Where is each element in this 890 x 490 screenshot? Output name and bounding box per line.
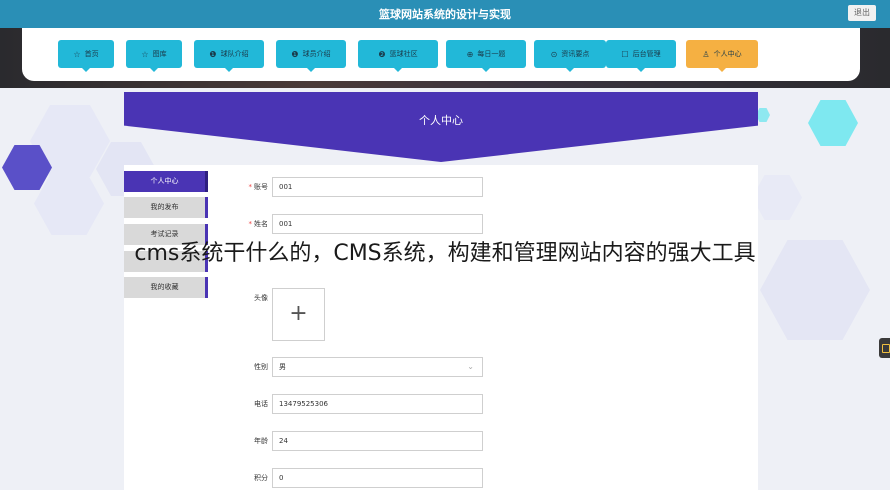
sidebar-item-my-posts[interactable]: 我的发布 (124, 197, 208, 218)
gender-label: 性别 (254, 363, 268, 371)
gender-select[interactable]: 男 ⌄ (272, 357, 483, 377)
info-icon: ❶ (291, 49, 299, 59)
main-nav: ☆ 首页 ☆ 图库 ❶ 球队介绍 ❶ 球员介绍 ❷ 篮球社区 ⊕ 每日一题 ⊙ … (22, 28, 860, 81)
name-field[interactable]: 001 (272, 214, 483, 234)
account-field[interactable]: 001 (272, 177, 483, 197)
avatar-upload-button[interactable]: + (272, 288, 325, 341)
page-title: 个人中心 (419, 114, 463, 127)
news-icon: ⊙ (550, 49, 558, 59)
sidebar-item-exam-records[interactable]: 考试记录 (124, 224, 208, 245)
nav-item-teams[interactable]: ❶ 球队介绍 (194, 40, 264, 72)
gender-value: 男 (279, 363, 286, 371)
nav-item-gallery[interactable]: ☆ 图库 (126, 40, 182, 72)
nav-item-label: 球员介绍 (302, 50, 331, 58)
admin-icon: ☐ (621, 49, 629, 59)
nav-item-profile[interactable]: ♙ 个人中心 (686, 40, 758, 72)
star-icon: ☆ (141, 49, 149, 59)
nav-item-label: 篮球社区 (389, 50, 418, 58)
hexagon-decor-lavender (760, 240, 870, 340)
community-icon: ❷ (378, 49, 386, 59)
required-marker: * (248, 220, 253, 228)
top-bar: 篮球网站系统的设计与实现 退出 (0, 0, 890, 28)
profile-hero-banner: 个人中心 (124, 92, 758, 162)
chevron-down-icon: ⌄ (467, 362, 474, 371)
hexagon-decor-cyan (808, 100, 858, 146)
phone-label: 电话 (254, 400, 268, 408)
hexagon-decor-cyan (756, 108, 770, 122)
age-label: 年龄 (254, 437, 268, 445)
nav-item-community[interactable]: ❷ 篮球社区 (358, 40, 438, 72)
sidebar-item-favorites[interactable]: 我的收藏 (124, 277, 208, 298)
phone-field[interactable]: 13479525306 (272, 394, 483, 414)
quiz-icon: ⊕ (466, 49, 474, 59)
nav-item-label: 球队介绍 (220, 50, 249, 58)
avatar-label: 头像 (254, 294, 268, 302)
hexagon-decor-lavender (34, 172, 104, 235)
site-title: 篮球网站系统的设计与实现 (379, 8, 511, 21)
points-field[interactable]: 0 (272, 468, 483, 488)
sidebar-item-4[interactable] (124, 251, 208, 272)
nav-item-label: 每日一题 (477, 50, 506, 58)
hexagon-decor-lavender (752, 175, 802, 220)
sidebar-item-profile[interactable]: 个人中心 (124, 171, 208, 192)
account-label: * 账号 (220, 177, 269, 197)
nav-item-label: 资讯要点 (561, 50, 590, 58)
nav-item-home[interactable]: ☆ 首页 (58, 40, 114, 72)
star-icon: ☆ (73, 49, 81, 59)
info-icon: ❶ (209, 49, 217, 59)
nav-item-label: 个人中心 (713, 50, 742, 58)
nav-item-admin[interactable]: ☐ 后台管理 (606, 40, 676, 72)
nav-item-label: 图库 (152, 50, 167, 58)
nav-item-label: 后台管理 (632, 50, 661, 58)
required-marker: * (248, 183, 253, 191)
age-field[interactable]: 24 (272, 431, 483, 451)
name-label: * 姓名 (220, 214, 269, 234)
floating-side-tab[interactable] (879, 338, 890, 358)
user-icon: ♙ (702, 49, 710, 59)
name-label-text: 姓名 (254, 220, 268, 228)
logout-button[interactable]: 退出 (848, 5, 876, 21)
nav-item-label: 首页 (84, 50, 99, 58)
nav-item-daily-question[interactable]: ⊕ 每日一题 (446, 40, 526, 72)
nav-item-players[interactable]: ❶ 球员介绍 (276, 40, 346, 72)
points-label: 积分 (254, 474, 268, 482)
nav-item-news[interactable]: ⊙ 资讯要点 (534, 40, 606, 72)
account-label-text: 账号 (254, 183, 268, 191)
